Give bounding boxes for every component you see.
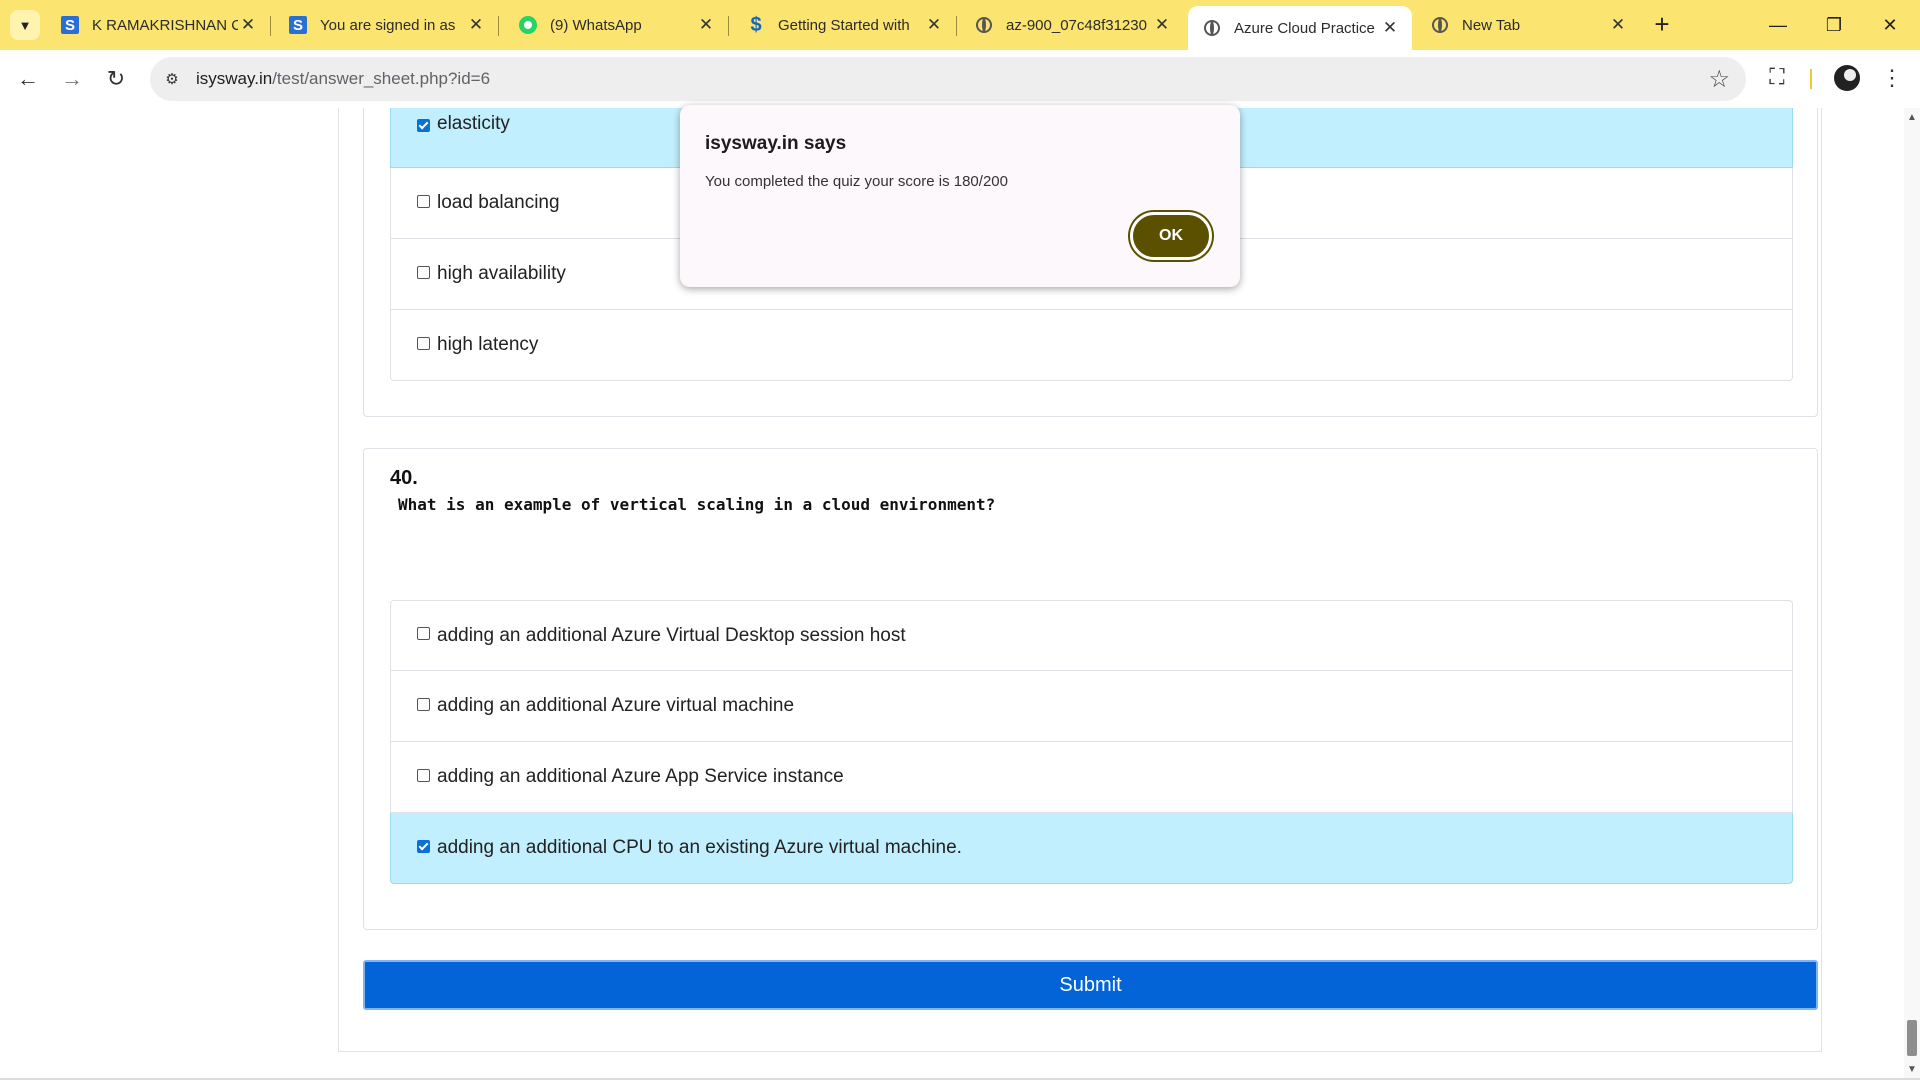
checkbox[interactable] [417, 336, 430, 350]
reload-button[interactable]: ↻ [100, 63, 132, 95]
close-icon: ✕ [1882, 14, 1898, 35]
restore-button[interactable]: ❐ [1814, 10, 1854, 40]
scroll-down-icon[interactable]: ▼ [1904, 1064, 1920, 1076]
question-number: 40. [390, 467, 418, 489]
option-label: load balancing [437, 192, 560, 213]
profile-avatar[interactable] [1834, 65, 1860, 91]
tab-title: (9) WhatsApp [550, 16, 642, 34]
checkbox-checked[interactable] [417, 839, 430, 853]
minimize-icon: — [1769, 14, 1787, 35]
s-dollar-icon: $ [750, 13, 762, 36]
option-label: adding an additional Azure virtual machi… [437, 695, 795, 716]
chevron-down-icon: ▼ [18, 17, 32, 33]
checkbox-checked[interactable] [417, 119, 430, 132]
tab-item[interactable]: (9) WhatsApp ✕ [504, 8, 729, 42]
option-label: adding an additional Azure Virtual Deskt… [437, 624, 906, 646]
tab-title: New Tab [1462, 16, 1521, 34]
checkbox[interactable] [417, 768, 430, 782]
dialog-message: You completed the quiz your score is 180… [705, 173, 1008, 190]
minimize-button[interactable]: — [1758, 10, 1798, 40]
close-icon[interactable]: ✕ [238, 15, 258, 35]
option-label: high latency [437, 334, 539, 355]
tab-title: Azure Cloud Practice [1234, 19, 1375, 37]
submit-button[interactable]: Submit [363, 960, 1818, 1010]
ok-button[interactable]: OK [1130, 212, 1212, 260]
tab-title: Getting Started with [778, 16, 910, 34]
tab-title: az-900_07c48f31230 [1006, 16, 1147, 34]
globe-icon [1430, 15, 1450, 35]
checkbox[interactable] [417, 265, 430, 279]
tab-separator [270, 16, 271, 36]
option-label: elasticity [437, 112, 510, 134]
option-item[interactable]: adding an additional Azure App Service i… [390, 742, 1793, 813]
forward-button[interactable]: → [56, 63, 88, 95]
close-icon[interactable]: ✕ [466, 15, 486, 35]
arrow-left-icon: ← [17, 66, 39, 91]
question-card-40: 40. What is an example of vertical scali… [363, 448, 1818, 930]
reload-icon: ↻ [106, 66, 126, 91]
url-path: /test/answer_sheet.php?id=6 [272, 69, 491, 88]
url-host: isysway.in [196, 69, 273, 88]
alert-dialog: isysway.in says You completed the quiz y… [680, 105, 1240, 287]
close-icon[interactable]: ✕ [1380, 18, 1400, 38]
tab-title: K RAMAKRISHNAN C [92, 16, 238, 34]
tab-item[interactable]: S K RAMAKRISHNAN C ✕ [46, 8, 271, 42]
option-item[interactable]: adding an additional Azure virtual machi… [390, 671, 1793, 742]
globe-icon [974, 15, 994, 35]
globe-icon [1202, 18, 1222, 38]
s-logo-icon: S [288, 15, 308, 35]
close-icon[interactable]: ✕ [924, 15, 944, 35]
browser-toolbar: ← → ↻ ⚙ isysway.in/test/answer_sheet.php… [0, 50, 1920, 109]
tab-item[interactable]: $ Getting Started with ✕ [732, 8, 957, 42]
scrollbar-thumb[interactable] [1907, 1020, 1917, 1056]
checkbox[interactable] [417, 697, 430, 711]
address-bar[interactable]: ⚙ isysway.in/test/answer_sheet.php?id=6 … [150, 57, 1746, 101]
option-label: adding an additional Azure App Service i… [437, 766, 844, 787]
option-label: high availability [437, 263, 566, 284]
close-icon[interactable]: ✕ [1152, 15, 1172, 35]
tab-separator [498, 16, 499, 36]
dialog-title: isysway.in says [705, 133, 847, 154]
tab-item[interactable]: az-900_07c48f31230 ✕ [960, 8, 1184, 42]
new-tab-button[interactable]: + [1648, 9, 1676, 39]
option-item[interactable]: high latency [390, 310, 1793, 381]
close-icon[interactable]: ✕ [1608, 15, 1628, 35]
extensions-icon[interactable]: ⛶ [1764, 64, 1790, 90]
option-item[interactable]: adding an additional Azure Virtual Deskt… [390, 600, 1793, 671]
tab-separator [728, 16, 729, 36]
tab-item[interactable]: S You are signed in as ✕ [274, 8, 499, 42]
site-info-icon[interactable]: ⚙ [160, 67, 184, 91]
s-logo-icon: S [60, 15, 80, 35]
tab-item-active[interactable]: Azure Cloud Practice ✕ [1188, 6, 1412, 50]
tab-title: You are signed in as [320, 16, 456, 34]
toolbar-divider [1810, 69, 1812, 89]
tab-search-button[interactable]: ▼ [10, 10, 40, 40]
page-scrollbar[interactable]: ▲ ▼ [1904, 108, 1920, 1078]
option-label: adding an additional CPU to an existing … [437, 837, 962, 858]
checkbox[interactable] [417, 627, 430, 640]
tab-item[interactable]: New Tab ✕ [1416, 8, 1640, 42]
back-button[interactable]: ← [12, 63, 44, 95]
restore-icon: ❐ [1825, 14, 1843, 35]
url-text: isysway.in/test/answer_sheet.php?id=6 [196, 69, 490, 89]
close-icon[interactable]: ✕ [696, 15, 716, 35]
whatsapp-icon [518, 15, 538, 35]
close-window-button[interactable]: ✕ [1870, 10, 1910, 40]
tab-separator [956, 16, 957, 36]
more-menu-icon[interactable]: ⋮ [1881, 64, 1903, 92]
bookmark-star-icon[interactable]: ☆ [1708, 65, 1730, 94]
question-text: What is an example of vertical scaling i… [398, 495, 996, 514]
checkbox[interactable] [417, 194, 430, 208]
arrow-right-icon: → [61, 66, 83, 91]
scroll-up-icon[interactable]: ▲ [1904, 112, 1920, 124]
tab-strip: ▼ S K RAMAKRISHNAN C ✕ S You are signed … [0, 0, 1920, 50]
plus-icon: + [1654, 9, 1670, 39]
option-item[interactable]: adding an additional CPU to an existing … [390, 813, 1793, 884]
